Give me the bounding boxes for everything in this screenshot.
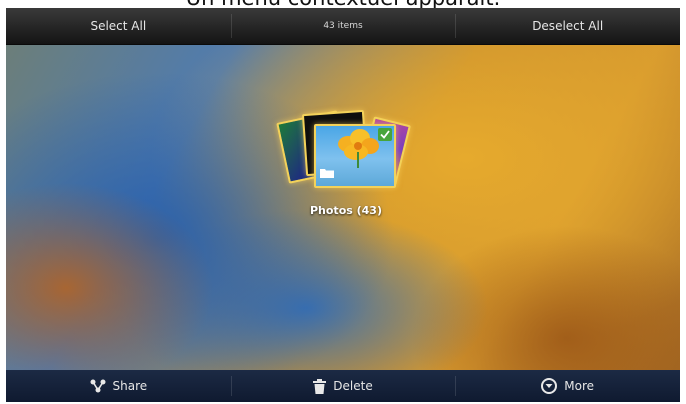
share-icon (90, 379, 106, 393)
share-button[interactable]: Share (6, 370, 231, 402)
deselect-all-button[interactable]: Deselect All (455, 8, 680, 44)
album-cover-thumbnail (314, 124, 396, 188)
delete-label: Delete (333, 379, 373, 393)
trash-icon (313, 378, 327, 394)
bottom-action-bar: Share Delete More (6, 370, 680, 402)
check-icon (378, 128, 392, 141)
select-all-button[interactable]: Select All (6, 8, 231, 44)
flower-image (338, 129, 379, 168)
more-icon (541, 378, 558, 394)
more-label: More (564, 379, 595, 393)
album-label: Photos (43) (309, 204, 382, 217)
album-stack[interactable] (276, 104, 416, 199)
more-button[interactable]: More (455, 370, 680, 402)
folder-icon (320, 163, 334, 182)
selected-count: 43 items (230, 8, 456, 44)
selection-action-bar: Select All 43 items Deselect All (6, 8, 680, 45)
share-label: Share (112, 379, 148, 393)
delete-button[interactable]: Delete (230, 370, 456, 402)
gallery-screen: Select All 43 items Deselect All Photos (6, 8, 680, 402)
